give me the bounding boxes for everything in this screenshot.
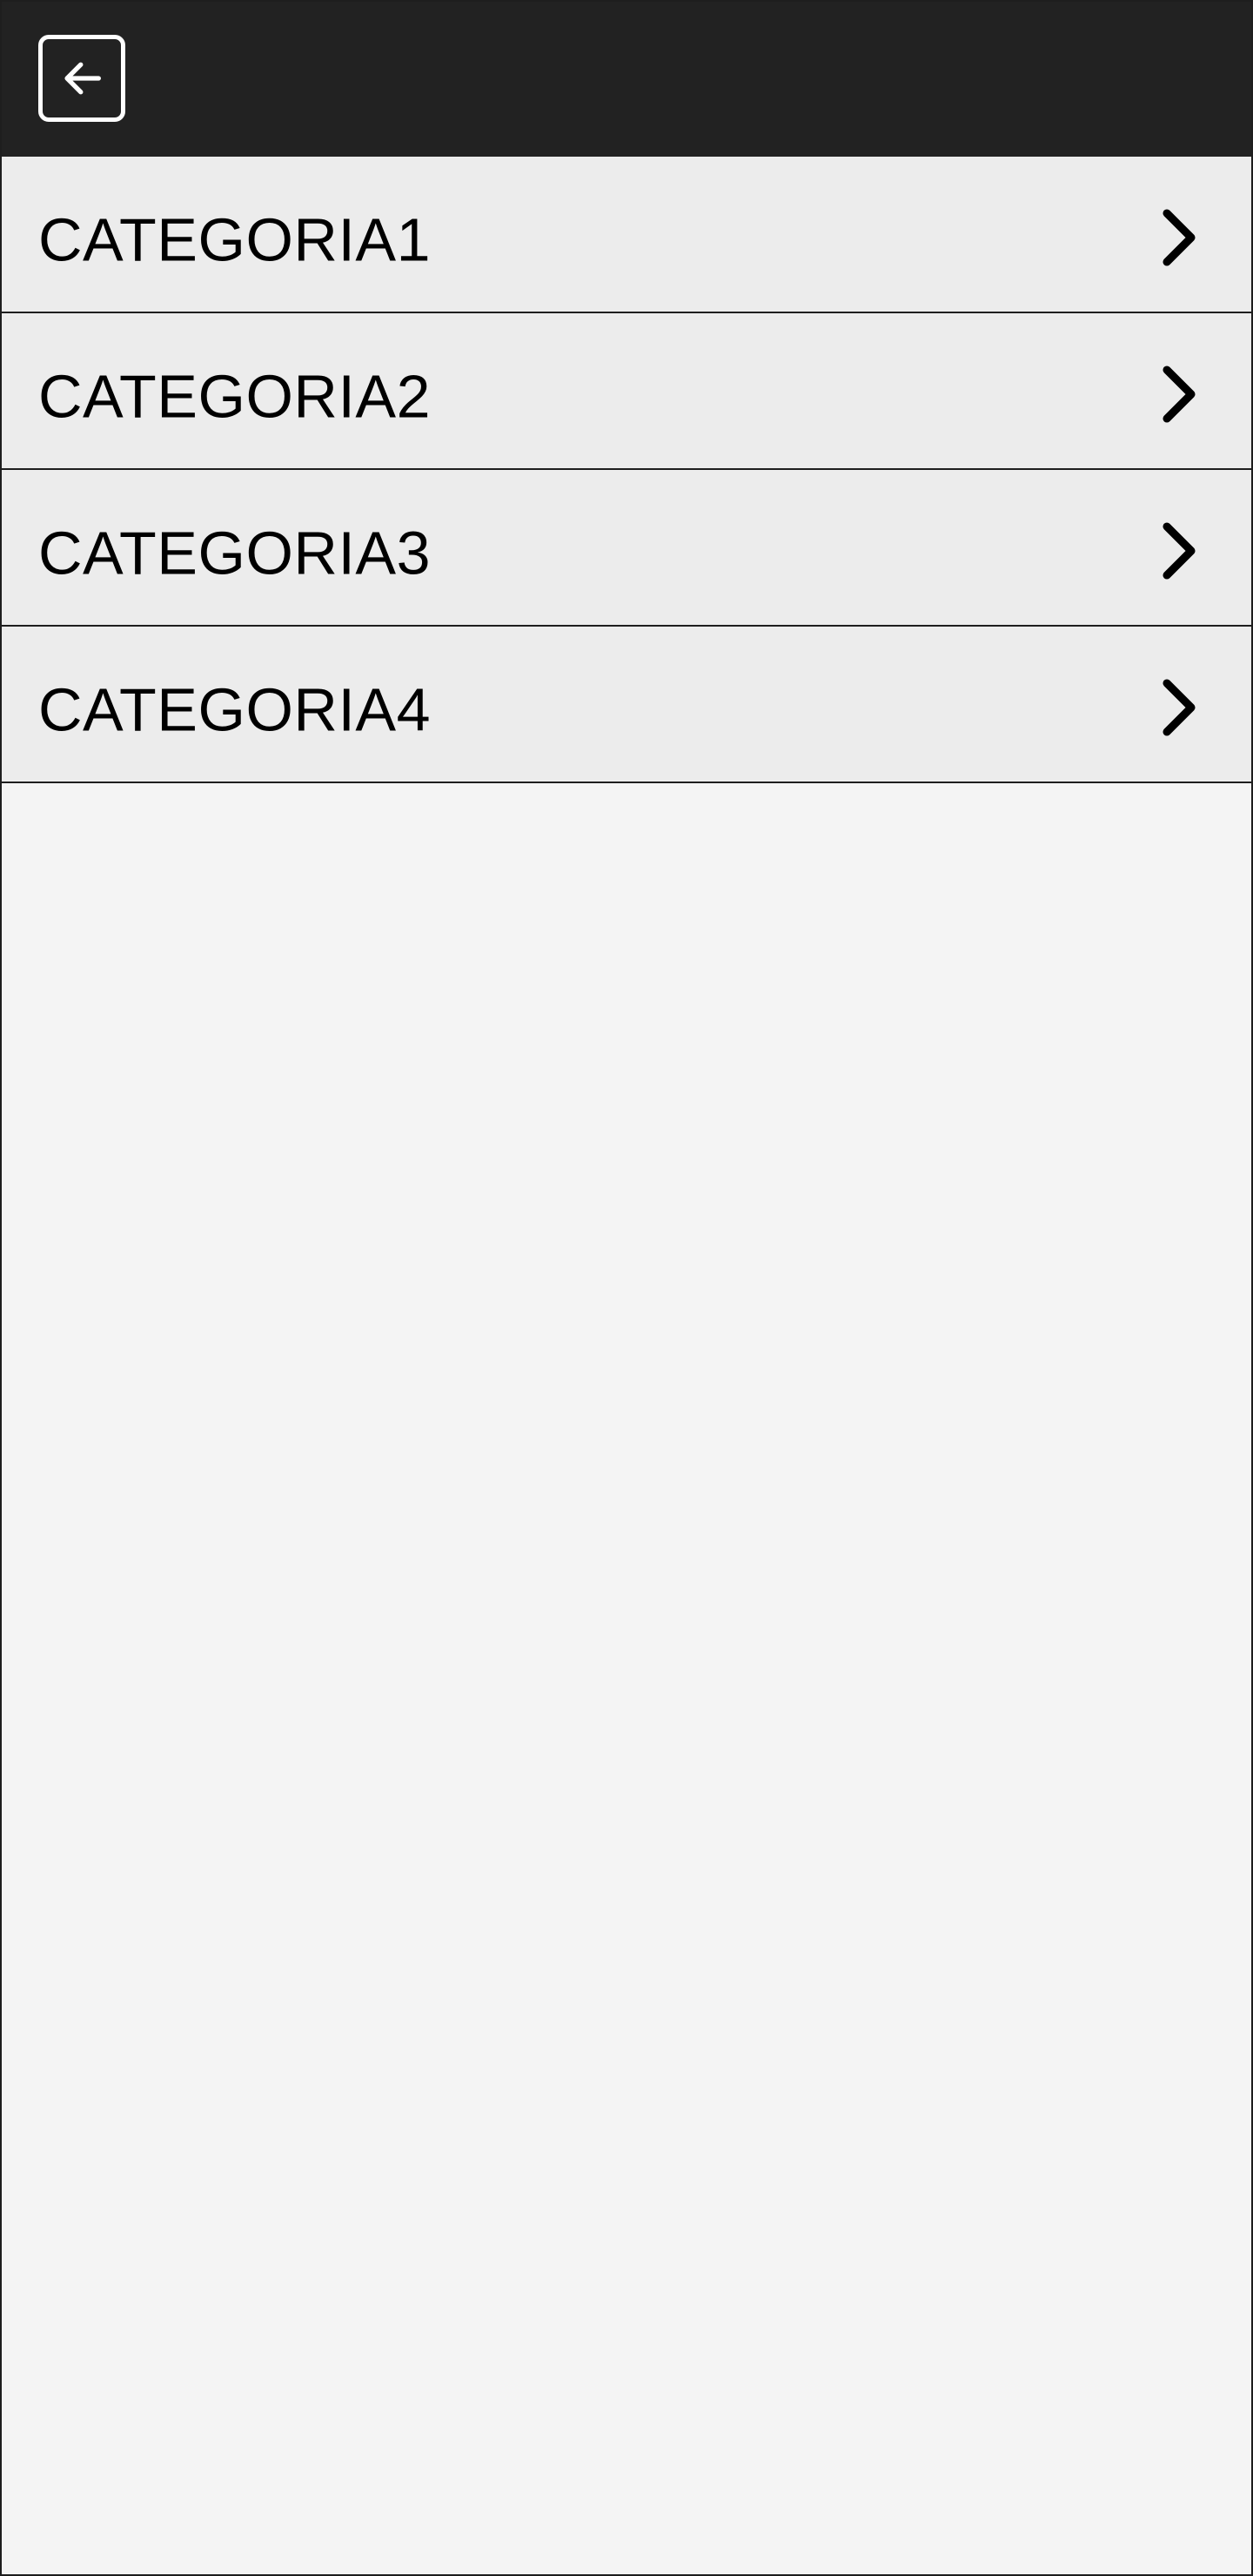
app-screen: CATEGORIA1 CATEGORIA2 CATEGORIA3 CATEGOR…	[0, 0, 1253, 2576]
category-item-1[interactable]: CATEGORIA1	[2, 157, 1251, 313]
category-item-4[interactable]: CATEGORIA4	[2, 627, 1251, 783]
chevron-right-icon	[1161, 677, 1197, 738]
chevron-right-icon	[1161, 207, 1197, 268]
back-button[interactable]	[38, 35, 125, 122]
chevron-right-icon	[1161, 364, 1197, 425]
category-list: CATEGORIA1 CATEGORIA2 CATEGORIA3 CATEGOR…	[2, 157, 1251, 783]
category-label: CATEGORIA1	[38, 205, 432, 274]
chevron-right-icon	[1161, 520, 1197, 581]
arrow-left-icon	[64, 62, 101, 95]
category-item-2[interactable]: CATEGORIA2	[2, 313, 1251, 470]
category-item-3[interactable]: CATEGORIA3	[2, 470, 1251, 627]
top-app-bar	[2, 2, 1251, 157]
category-label: CATEGORIA2	[38, 362, 432, 431]
category-label: CATEGORIA4	[38, 675, 432, 744]
category-label: CATEGORIA3	[38, 519, 432, 587]
